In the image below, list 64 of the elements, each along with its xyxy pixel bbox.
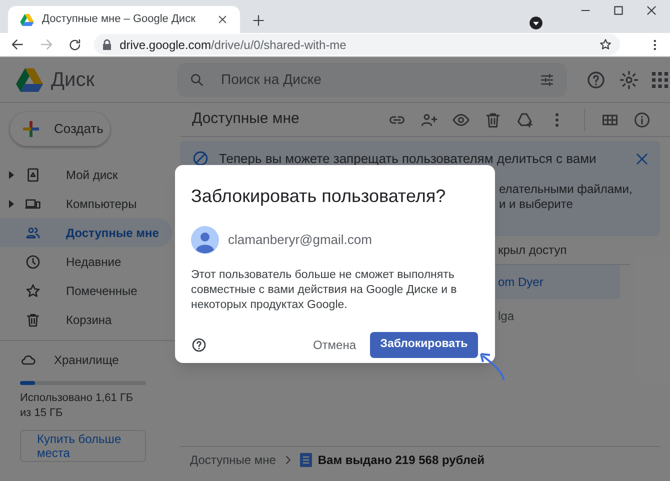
sidebar-item[interactable]: Доступные мне xyxy=(0,218,172,247)
close-banner-icon[interactable] xyxy=(634,150,650,167)
pointer-arrow xyxy=(479,352,507,382)
sidebar-item[interactable]: Корзина xyxy=(0,305,172,334)
block-icon xyxy=(192,150,209,168)
address-bar[interactable]: drive.google.com/drive/u/0/shared-with-me xyxy=(94,34,620,55)
dialog-title: Заблокировать пользователя? xyxy=(191,185,447,208)
settings-icon[interactable] xyxy=(619,70,639,90)
drive-logo-icon xyxy=(16,68,43,92)
create-button[interactable]: Создать xyxy=(10,112,110,146)
lock-icon xyxy=(102,39,112,50)
clock-icon xyxy=(25,254,41,270)
breadcrumb-current: Вам выдано 219 568 рублей xyxy=(318,452,484,469)
bookmark-star-icon[interactable] xyxy=(599,38,612,51)
page-title: Доступные мне xyxy=(192,109,300,130)
expand-arrow-icon[interactable] xyxy=(9,170,14,178)
close-icon[interactable] xyxy=(645,4,658,16)
filter-sliders-icon[interactable] xyxy=(539,72,555,88)
app-name: Диск xyxy=(51,68,96,92)
expand-arrow-icon[interactable] xyxy=(9,200,14,208)
banner-text-line: елательными файлами, xyxy=(499,182,632,196)
drive-add-icon[interactable] xyxy=(516,110,534,128)
search-input[interactable]: Поиск на Диске xyxy=(221,69,523,90)
url-text: drive.google.com/drive/u/0/shared-with-me xyxy=(120,36,348,54)
sidebar-item[interactable]: Мой диск xyxy=(0,160,172,189)
info-icon[interactable] xyxy=(633,110,651,128)
new-tab-icon[interactable] xyxy=(252,14,265,27)
storage-label: Хранилище xyxy=(54,352,119,369)
file-row-owner[interactable]: om Dyer xyxy=(496,265,620,299)
document-icon xyxy=(300,453,312,467)
sidebar-item[interactable]: Компьютеры xyxy=(0,189,172,218)
breadcrumb-link[interactable]: Доступные мне xyxy=(190,451,276,469)
column-header: крыл доступ xyxy=(498,242,567,259)
trash-icon xyxy=(25,312,41,328)
sidebar-item[interactable]: Помеченные xyxy=(0,276,172,305)
tab-title: Доступные мне – Google Диск xyxy=(42,12,196,28)
block-button[interactable]: Заблокировать xyxy=(370,332,478,358)
close-tab-icon[interactable] xyxy=(217,14,228,25)
back-icon[interactable] xyxy=(10,37,25,52)
trash-icon[interactable] xyxy=(484,110,502,128)
avatar-icon xyxy=(191,226,219,254)
search-icon xyxy=(189,72,205,88)
banner-text-line: и и выберите xyxy=(499,196,573,212)
search-bar[interactable]: Поиск на Диске xyxy=(177,62,567,96)
cancel-button[interactable]: Отмена xyxy=(310,332,359,358)
drive-logo-icon xyxy=(20,14,34,26)
forward-icon[interactable] xyxy=(38,37,54,52)
help-icon[interactable] xyxy=(191,337,207,353)
people-icon xyxy=(25,224,41,240)
sidebar-item[interactable]: Недавние xyxy=(0,247,172,276)
star-icon xyxy=(25,282,41,298)
file-row-owner[interactable]: lga xyxy=(496,299,620,333)
banner-title: Теперь вы можете запрещать пользователям делиться с вами xyxy=(219,150,598,168)
apps-grid-icon[interactable] xyxy=(652,72,668,88)
drive-icon xyxy=(25,166,41,182)
storage-usage-text: Использовано 1,61 ГБ из 15 ГБ xyxy=(20,391,134,421)
maximize-icon[interactable] xyxy=(612,4,625,16)
dialog-message: Этот пользователь больше не сможет выполнять совместные с вами действия на Google Диске и в некоторых продуктах Google. xyxy=(191,268,458,313)
dropdown-icon[interactable] xyxy=(529,16,543,30)
reload-icon[interactable] xyxy=(68,38,82,52)
buy-storage-button[interactable]: Купить больше места xyxy=(20,430,146,462)
user-email: clamanberyr@gmail.com xyxy=(228,231,372,250)
browser-tab[interactable]: Доступные мне – Google Диск xyxy=(8,6,240,33)
plus-icon xyxy=(22,120,40,138)
